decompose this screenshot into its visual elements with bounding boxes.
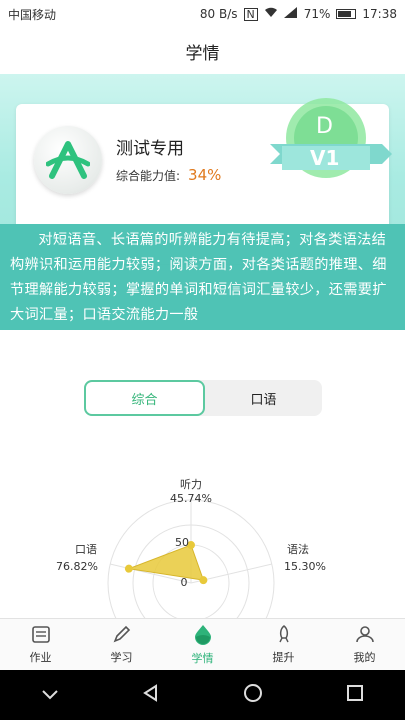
battery-icon (336, 9, 357, 19)
radar-point-语法 (199, 576, 208, 585)
profile-hero: 测试专用 综合能力值: 34% D V1 对短语音、长语篇的听辨能力有待提高；对… (0, 74, 405, 330)
radar-point-口语 (124, 564, 133, 573)
carrier-name: 中国移动 (8, 7, 57, 22)
nfc-icon: N (243, 7, 258, 21)
mode-tabs: 综合 口语 (84, 380, 322, 416)
nav-profile[interactable]: 我的 (324, 619, 405, 670)
user-icon (355, 624, 375, 647)
axis-value-grammar: 15.30% (284, 560, 326, 573)
bottom-nav: 作业 学习 学情 提升 我的 (0, 618, 405, 670)
nav-profile-label: 我的 (353, 651, 376, 664)
ability-value: 34% (188, 166, 222, 184)
system-nav-bar (0, 670, 405, 720)
radar-chart: 听力 45.74% 语法 15.30% 口语 76.82% 50 0 (0, 470, 405, 667)
nav-homework-label: 作业 (29, 651, 52, 664)
ability-label: 综合能力值: (116, 169, 181, 183)
app-logo-icon (34, 126, 102, 194)
ability-description: 对短语音、长语篇的听辨能力有待提高；对各类语法结构辨识和运用能力较弱；阅读方面，… (0, 224, 405, 330)
ability-row: 综合能力值: 34% (116, 166, 221, 184)
radar-shape (126, 544, 205, 581)
nav-homework[interactable]: 作业 (0, 619, 81, 670)
title-bar: 学情 (0, 28, 405, 74)
nav-learning-status[interactable]: 学情 (162, 619, 243, 670)
tab-overall[interactable]: 综合 (84, 380, 205, 416)
network-speed: 80 B/s (199, 7, 238, 21)
tick-50: 50 (175, 536, 189, 549)
tick-0: 0 (181, 576, 188, 589)
rocket-icon (274, 624, 294, 647)
tab-speaking[interactable]: 口语 (205, 380, 322, 416)
nav-study[interactable]: 学习 (81, 619, 162, 670)
axis-label-speaking: 口语 (75, 543, 97, 556)
drop-icon (192, 623, 214, 648)
axis-value-speaking: 76.82% (56, 560, 98, 573)
nav-learning-status-label: 学情 (191, 652, 214, 665)
nav-improve[interactable]: 提升 (243, 619, 324, 670)
wifi-icon (264, 7, 278, 21)
clock: 17:38 (362, 7, 397, 21)
battery-percent: 71% (303, 7, 331, 21)
nav-improve-label: 提升 (272, 651, 295, 664)
homework-icon (31, 624, 51, 647)
user-name: 测试专用 (116, 139, 184, 159)
badge-level: V1 (310, 146, 340, 170)
status-bar: 中国移动 80 B/s N 71% 17:38 (0, 0, 405, 28)
badge-letter: D (316, 114, 333, 139)
back-icon[interactable] (142, 684, 160, 706)
axis-label-listening: 听力 (180, 478, 202, 491)
status-right: 80 B/s N 71% 17:38 (200, 7, 397, 21)
page-title: 学情 (185, 43, 220, 64)
recents-icon[interactable] (346, 684, 364, 706)
axis-value-listening: 45.74% (170, 492, 212, 505)
axis-label-grammar: 语法 (287, 542, 309, 556)
pencil-icon (112, 624, 132, 647)
signal-icon (283, 7, 298, 21)
level-badge-icon: D V1 (268, 98, 405, 208)
chevron-down-icon[interactable] (41, 686, 59, 705)
home-icon[interactable] (243, 683, 263, 707)
nav-study-label: 学习 (110, 651, 133, 664)
